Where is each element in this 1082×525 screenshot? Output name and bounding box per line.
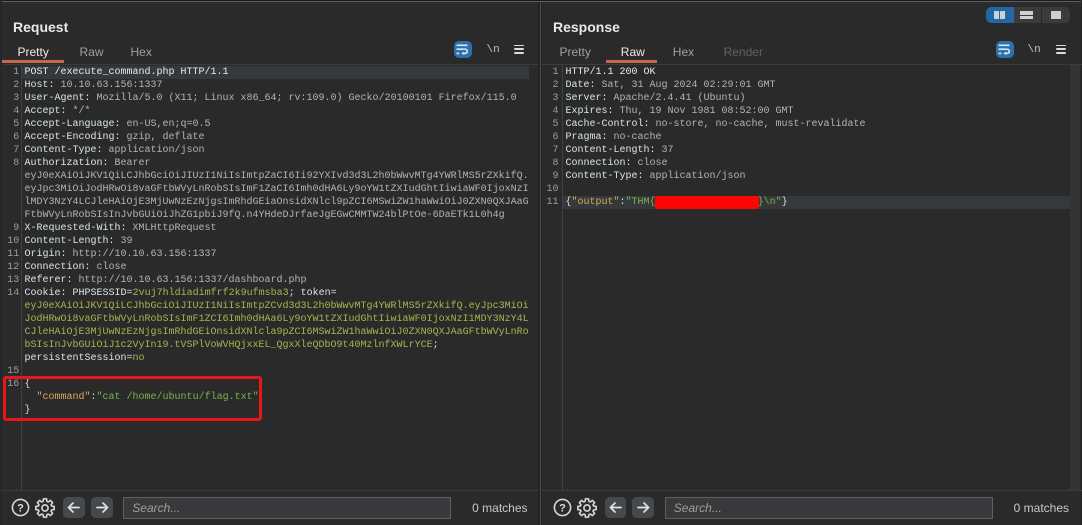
svg-text:?: ? — [17, 502, 24, 514]
svg-text:?: ? — [559, 502, 566, 514]
